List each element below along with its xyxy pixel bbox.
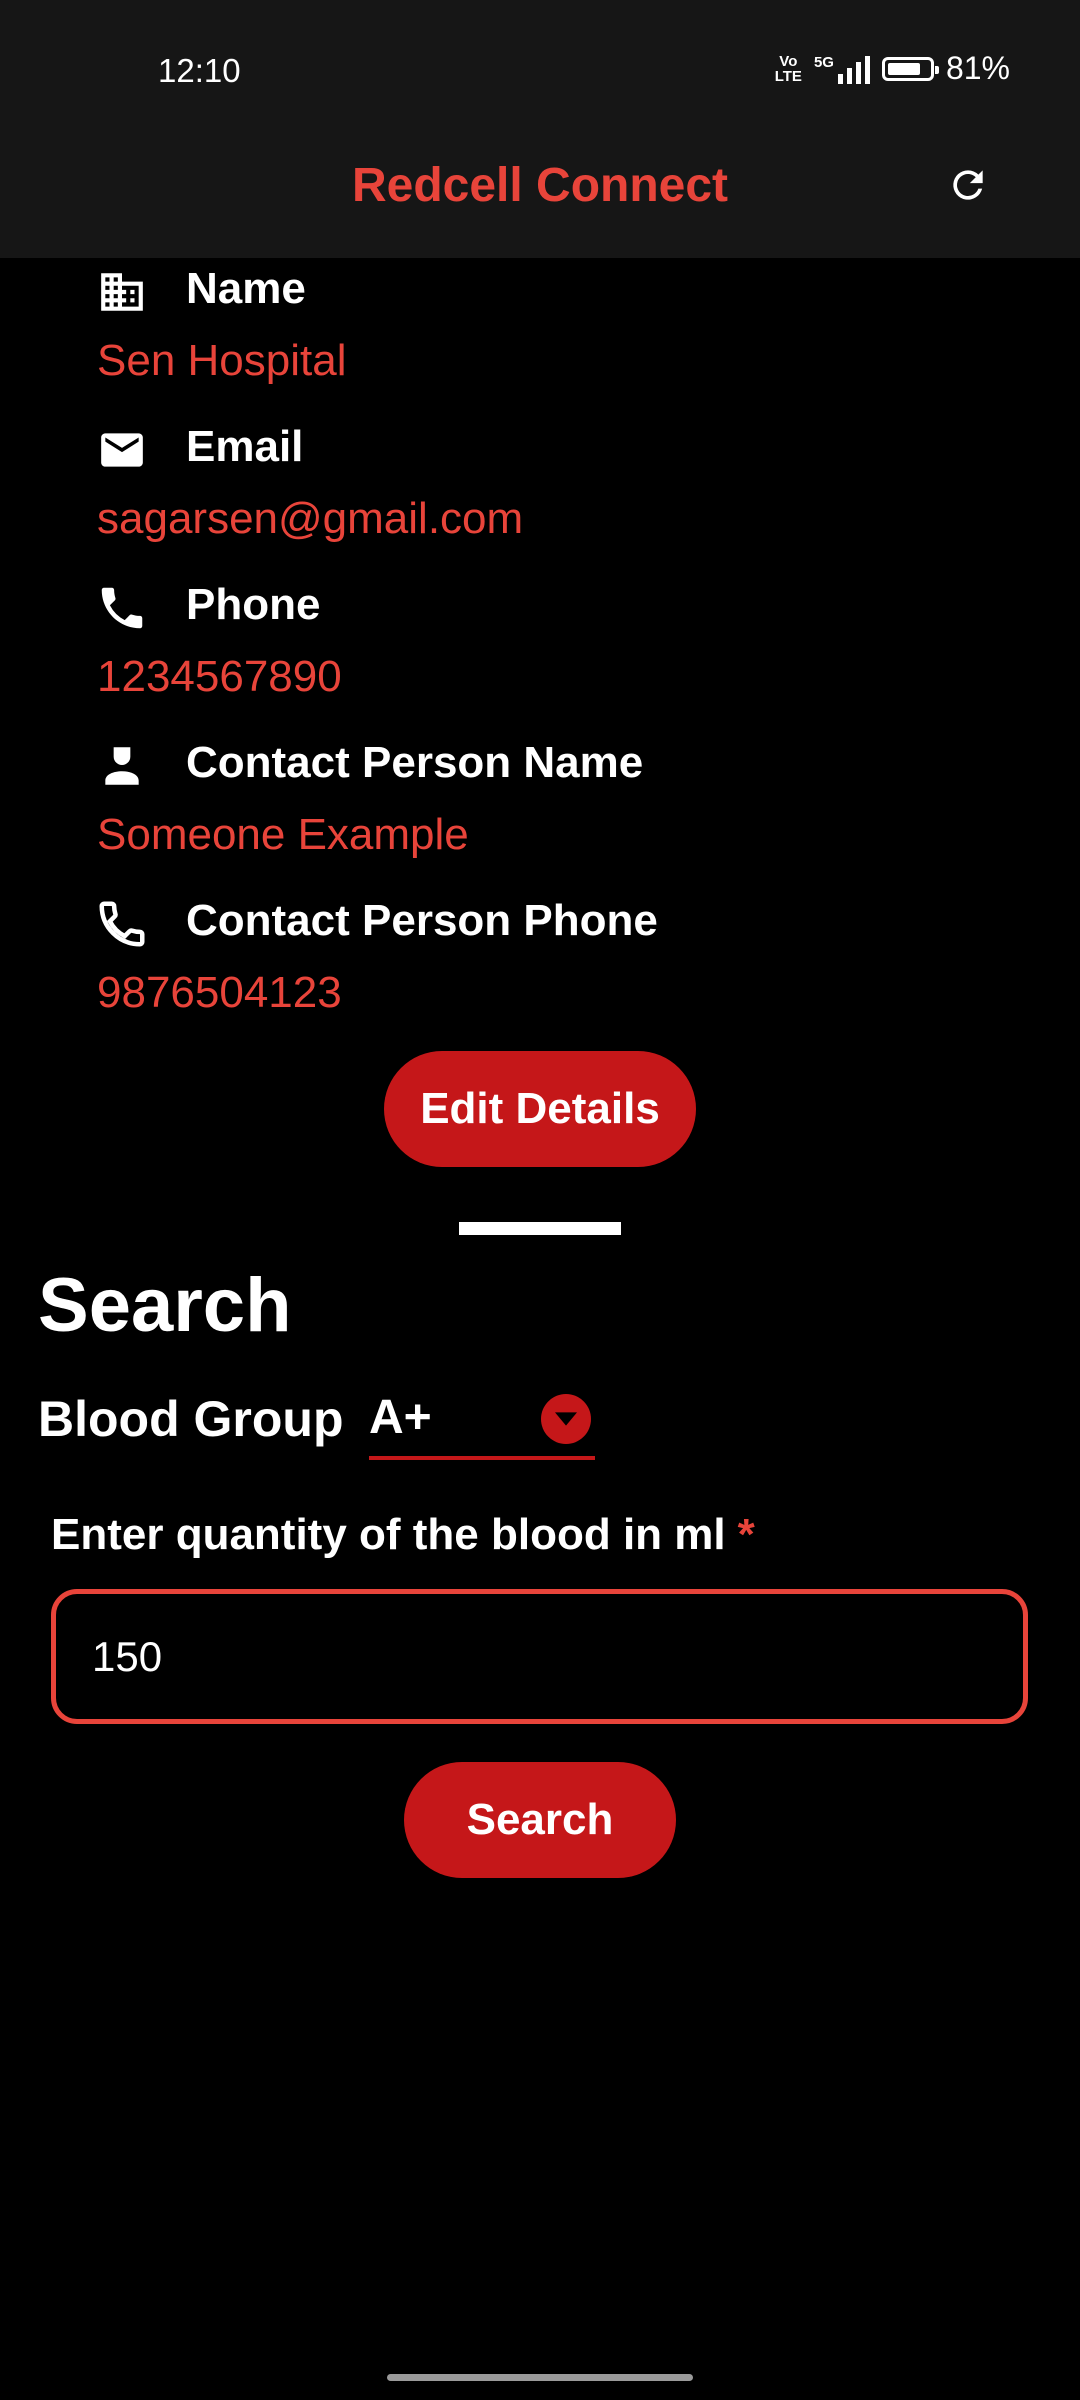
building-icon [92,264,152,320]
home-indicator[interactable] [387,2374,693,2381]
phone-outline-icon [92,896,152,952]
network-type: 5G [813,53,834,71]
status-icons: Vo LTE 5G 81% [775,50,1010,87]
mail-icon [92,422,152,478]
required-mark: * [737,1510,755,1559]
signal-5g-icon: 5G [814,54,870,84]
detail-value-email: sagarsen@gmail.com [97,494,524,543]
chevron-down-icon [541,1394,591,1444]
top-bar: 12:10 Vo LTE 5G 81% Redcell Connect [0,0,1080,258]
app-title: Redcell Connect [351,159,729,212]
detail-value-contact-name: Someone Example [97,810,469,859]
detail-value-contact-phone: 9876504123 [97,968,342,1017]
search-button[interactable]: Search [404,1762,676,1878]
refresh-button[interactable] [943,160,993,210]
person-icon [92,738,152,794]
detail-label-email: Email [186,422,304,471]
detail-label-contact-name: Contact Person Name [186,738,644,787]
blood-group-value: A+ [369,1391,432,1444]
quantity-label-text: Enter quantity of the blood in ml [51,1510,726,1559]
blood-group-dropdown[interactable]: A+ [369,1382,595,1460]
volte-icon: Vo LTE [774,52,802,85]
quantity-input[interactable] [51,1589,1028,1724]
battery-icon [881,56,939,81]
refresh-icon [953,170,983,200]
phone-icon [92,580,152,636]
blood-group-label: Blood Group [38,1391,344,1447]
detail-label-contact-phone: Contact Person Phone [186,896,658,945]
detail-label-phone: Phone [186,580,321,629]
detail-value-name: Sen Hospital [97,336,347,385]
quantity-label: Enter quantity of the blood in ml * [51,1510,755,1560]
screen: 12:10 VoLTE 5G 81% Redcell Connect Name [0,0,1080,2400]
section-divider [459,1222,621,1235]
detail-label-name: Name [186,264,306,313]
detail-value-phone: 1234567890 [97,652,342,701]
status-time: 12:10 [158,52,241,89]
edit-details-button[interactable]: Edit Details [384,1051,696,1167]
battery-percent: 81% [945,50,1010,86]
search-heading: Search [38,1263,292,1348]
